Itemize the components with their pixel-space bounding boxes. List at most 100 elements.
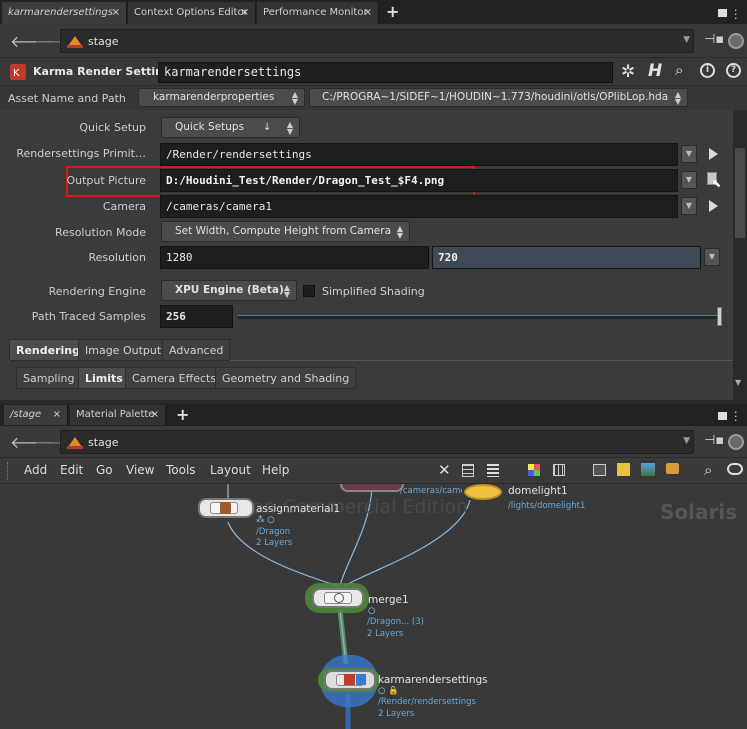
merge-label: merge1 bbox=[368, 594, 409, 606]
network-view[interactable]: Non-Commercial Edition Solaris /cameras/… bbox=[0, 484, 747, 729]
svg-text:K: K bbox=[13, 68, 20, 79]
network-menu-bar: Add Edit Go View Tools Layout Help ✕ ⌕ bbox=[0, 458, 747, 484]
camera-field[interactable]: /cameras/camera1 bbox=[160, 195, 678, 218]
subtab-sampling[interactable]: Sampling bbox=[16, 367, 82, 389]
menu-add[interactable]: Add bbox=[24, 463, 47, 477]
close-icon[interactable]: × bbox=[364, 2, 372, 24]
tab-stage[interactable]: /stage × bbox=[4, 405, 68, 425]
path-traced-samples-field[interactable]: 256 bbox=[160, 305, 233, 328]
samples-slider-handle[interactable] bbox=[717, 307, 722, 326]
output-picture-field[interactable]: D:/Houdini_Test/Render/Dragon_Test_$F4.p… bbox=[160, 169, 678, 192]
karma-node-icon: K bbox=[10, 64, 26, 80]
scroll-down-icon[interactable]: ▼ bbox=[735, 378, 741, 387]
wrench-icon[interactable]: ✕ bbox=[438, 461, 451, 479]
samples-slider-track[interactable] bbox=[238, 315, 719, 319]
list-view-icon[interactable] bbox=[462, 464, 474, 477]
stage-icon bbox=[67, 36, 83, 48]
tab-performance-monitor[interactable]: Performance Monitor × bbox=[257, 2, 379, 24]
link-icon[interactable] bbox=[728, 434, 744, 450]
subtab-geometry-and-shading[interactable]: Geometry and Shading bbox=[215, 367, 357, 389]
menu-go[interactable]: Go bbox=[96, 463, 113, 477]
table-view-icon[interactable] bbox=[487, 464, 499, 477]
updown-icon: ▲ ▼ bbox=[283, 283, 290, 299]
scroll-thumb[interactable] bbox=[735, 148, 745, 238]
close-icon[interactable]: × bbox=[241, 2, 249, 24]
help-icon[interactable]: ? bbox=[726, 63, 741, 78]
tab-rendering[interactable]: Rendering bbox=[9, 339, 87, 361]
gear-icon[interactable]: ✲ bbox=[621, 62, 635, 82]
output-picture-dropdown[interactable]: ▼ bbox=[681, 171, 697, 189]
resolution-mode-label: Resolution Mode bbox=[55, 226, 146, 239]
menu-edit[interactable]: Edit bbox=[60, 463, 83, 477]
chevron-down-icon[interactable]: ▼ bbox=[683, 35, 690, 45]
add-tab-button[interactable]: + bbox=[386, 2, 399, 21]
close-icon[interactable]: × bbox=[151, 405, 159, 425]
subtab-limits[interactable]: Limits bbox=[78, 367, 130, 389]
add-tab-button[interactable]: + bbox=[176, 405, 189, 424]
network-box-icon[interactable] bbox=[593, 464, 606, 476]
link-icon[interactable] bbox=[728, 33, 744, 49]
rendering-engine-menu[interactable]: XPU Engine (Beta) ▲ ▼ bbox=[161, 280, 297, 301]
search-icon[interactable]: ⌕ bbox=[675, 61, 683, 79]
menu-view[interactable]: View bbox=[126, 463, 154, 477]
updown-icon: ▲ ▼ bbox=[291, 90, 298, 106]
menu-help[interactable]: Help bbox=[262, 463, 289, 477]
info-icon[interactable]: i bbox=[700, 63, 715, 78]
grid-icon[interactable] bbox=[553, 464, 565, 476]
maximize-icon[interactable] bbox=[718, 9, 727, 17]
resolution-width-field[interactable]: 1280 bbox=[160, 246, 429, 269]
display-flag[interactable] bbox=[356, 674, 366, 685]
image-icon[interactable] bbox=[641, 463, 655, 476]
select-prim-icon[interactable] bbox=[709, 148, 718, 160]
houdini-help-icon[interactable]: H bbox=[648, 61, 662, 81]
tab-image-output[interactable]: Image Output bbox=[78, 339, 169, 361]
close-icon[interactable]: × bbox=[112, 2, 120, 24]
path-field[interactable]: stage ▼ bbox=[60, 430, 694, 454]
resolution-mode-menu[interactable]: Set Width, Compute Height from Camera ▲ ▼ bbox=[161, 221, 410, 242]
close-icon[interactable]: × bbox=[53, 405, 61, 425]
node-name-field[interactable]: karmarendersettings bbox=[158, 62, 613, 83]
resolution-dropdown[interactable]: ▼ bbox=[704, 248, 720, 266]
material-icon bbox=[220, 502, 231, 514]
camera-dropdown[interactable]: ▼ bbox=[681, 197, 697, 215]
bottom-tab-bar: /stage × Material Palette × + ... bbox=[0, 404, 747, 426]
tab-material-palette[interactable]: Material Palette × bbox=[70, 405, 166, 425]
eye-icon[interactable] bbox=[727, 463, 743, 475]
menu-dots-icon[interactable]: ... bbox=[734, 404, 738, 423]
maximize-icon[interactable] bbox=[718, 412, 727, 420]
menu-tools[interactable]: Tools bbox=[166, 463, 196, 477]
merge-node[interactable] bbox=[312, 588, 364, 608]
menu-layout[interactable]: Layout bbox=[210, 463, 251, 477]
assignmaterial-node[interactable] bbox=[198, 498, 254, 518]
tab-advanced[interactable]: Advanced bbox=[162, 339, 231, 361]
rendersettings-dropdown[interactable]: ▼ bbox=[681, 145, 697, 163]
asset-path-menu[interactable]: C:/PROGRA~1/SIDEF~1/HOUDIN~1.773/houdini… bbox=[309, 88, 688, 107]
domelight-node[interactable] bbox=[464, 484, 502, 500]
simplified-shading-checkbox[interactable] bbox=[303, 285, 315, 297]
asset-name-menu[interactable]: karmarenderproperties ▲ ▼ bbox=[138, 88, 305, 107]
sticky-note-icon[interactable] bbox=[617, 463, 630, 476]
select-camera-icon[interactable] bbox=[709, 200, 718, 212]
path-bar-top: 🡐 🡒 stage ▼ ⊣▪ bbox=[0, 24, 747, 58]
node-type-label: Karma Render Settings bbox=[33, 65, 178, 78]
tab-karmarendersettings[interactable]: karmarendersettings × bbox=[2, 2, 127, 24]
path-field[interactable]: stage ▼ bbox=[60, 29, 694, 53]
folder-icon[interactable] bbox=[666, 463, 679, 474]
menu-dots-icon[interactable]: ... bbox=[734, 2, 738, 21]
karma-icon bbox=[344, 674, 355, 685]
resolution-height-field[interactable]: 720 bbox=[432, 246, 701, 269]
pin-icon[interactable]: ⊣▪ bbox=[704, 32, 724, 47]
subtab-camera-effects[interactable]: Camera Effects bbox=[125, 367, 224, 389]
camera-node[interactable] bbox=[340, 484, 404, 492]
search-icon[interactable]: ⌕ bbox=[704, 461, 712, 479]
rendersettings-prim-field[interactable]: /Render/rendersettings bbox=[160, 143, 678, 166]
updown-icon: ▲ ▼ bbox=[396, 224, 403, 240]
karmarendersettings-node[interactable] bbox=[324, 670, 376, 690]
tab-context-options-editor[interactable]: Context Options Editor × bbox=[128, 2, 256, 24]
pin-icon[interactable]: ⊣▪ bbox=[704, 433, 724, 448]
quick-setup-menu[interactable]: Quick Setups ↓ ▲ ▼ bbox=[161, 117, 300, 138]
updown-icon: ▲ ▼ bbox=[286, 120, 293, 136]
chevron-down-icon[interactable]: ▼ bbox=[683, 436, 690, 446]
param-scrollbar[interactable]: ▼ bbox=[733, 110, 747, 400]
color-palette-icon[interactable] bbox=[528, 464, 540, 476]
